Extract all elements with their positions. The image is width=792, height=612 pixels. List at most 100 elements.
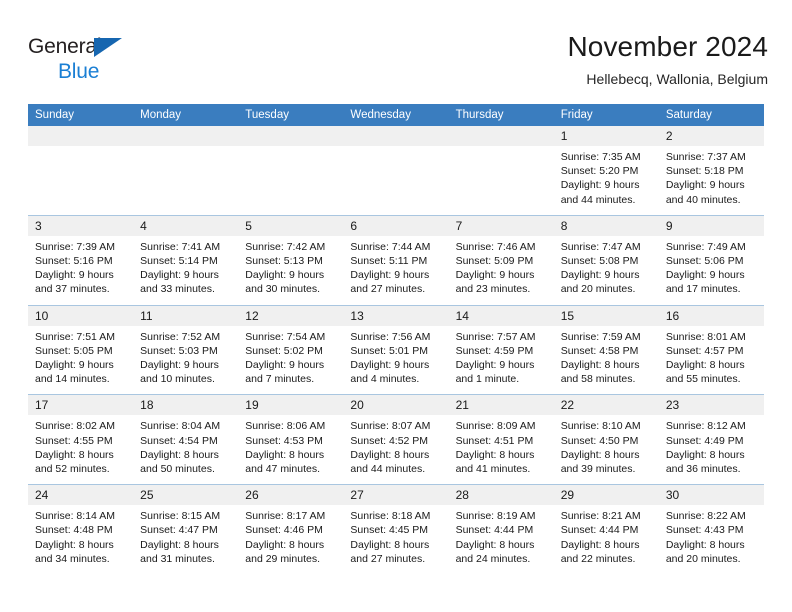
daylight-text-line2: and 36 minutes.	[665, 463, 741, 476]
calendar-day-cell[interactable]: 19 Sunrise: 8:06 AM Sunset: 4:53 PM Dayligh…	[238, 394, 344, 485]
day-details: Sunrise: 8:04 AM Sunset: 4:54 PM Daylight:…	[133, 415, 238, 484]
daylight-text-line1: Daylight: 8 hours	[35, 448, 114, 461]
sunrise-text: Sunrise: 7:56 AM	[350, 330, 431, 343]
day-number	[238, 126, 344, 146]
calendar-week-row: 17 Sunrise: 8:02 AM Sunset: 4:55 PM Dayligh…	[28, 394, 764, 485]
calendar-day-cell[interactable]: 13 Sunrise: 7:56 AM Sunset: 5:01 PM Dayligh…	[343, 304, 449, 395]
sunrise-text: Sunrise: 8:22 AM	[665, 510, 746, 523]
sunset-text: Sunset: 5:16 PM	[35, 255, 113, 268]
calendar-empty-cell	[448, 126, 554, 215]
day-number: 17	[28, 395, 134, 416]
day-details: Sunrise: 8:21 AM Sunset: 4:44 PM Daylight:…	[554, 505, 659, 574]
calendar-day-cell[interactable]: 2 Sunrise: 7:37 AM Sunset: 5:18 PM Daylight…	[658, 126, 764, 215]
daylight-text-line2: and 1 minute.	[455, 373, 520, 386]
sunset-text: Sunset: 5:14 PM	[140, 255, 218, 268]
sunset-text: Sunset: 5:20 PM	[560, 165, 639, 178]
day-number: 16	[658, 305, 764, 326]
sunrise-text: Sunrise: 7:39 AM	[35, 240, 115, 253]
sunset-text: Sunset: 4:51 PM	[455, 434, 534, 447]
generalblue-logo[interactable]: General Blue	[28, 36, 188, 88]
daylight-text-line2: and 10 minutes.	[140, 373, 215, 386]
daylight-text-line2: and 41 minutes.	[455, 463, 531, 476]
sunset-text: Sunset: 4:50 PM	[560, 434, 639, 447]
daylight-text-line1: Daylight: 9 hours	[140, 359, 219, 372]
calendar-week-row: 3 Sunrise: 7:39 AM Sunset: 5:16 PM Daylight…	[28, 214, 764, 306]
calendar-day-cell[interactable]: 6 Sunrise: 7:44 AM Sunset: 5:11 PM Daylight…	[343, 214, 449, 306]
daylight-text-line1: Daylight: 8 hours	[665, 538, 745, 551]
daylight-text-line1: Daylight: 9 hours	[665, 269, 745, 282]
calendar-day-cell[interactable]: 29 Sunrise: 8:21 AM Sunset: 4:44 PM Dayligh…	[553, 484, 659, 575]
day-number	[448, 126, 554, 146]
calendar-day-cell[interactable]: 9 Sunrise: 7:49 AM Sunset: 5:06 PM Daylight…	[658, 214, 764, 306]
sunrise-text: Sunrise: 7:54 AM	[245, 330, 326, 343]
calendar-week-row: 10 Sunrise: 7:51 AM Sunset: 5:05 PM Dayligh…	[28, 304, 764, 395]
day-number: 6	[343, 215, 449, 236]
sunrise-text: Sunrise: 7:46 AM	[455, 240, 536, 253]
calendar-day-cell[interactable]: 20 Sunrise: 8:07 AM Sunset: 4:52 PM Dayligh…	[343, 394, 449, 485]
sunrise-text: Sunrise: 7:41 AM	[140, 240, 221, 253]
calendar-body: 1 Sunrise: 7:35 AM Sunset: 5:20 PM Daylight…	[28, 126, 764, 575]
calendar-day-cell[interactable]: 28 Sunrise: 8:19 AM Sunset: 4:44 PM Dayligh…	[448, 484, 554, 575]
daylight-text-line2: and 24 minutes.	[455, 552, 531, 565]
day-number: 20	[343, 395, 449, 416]
daylight-text-line1: Daylight: 9 hours	[350, 269, 430, 282]
daylight-text-line2: and 44 minutes.	[560, 193, 636, 206]
sunrise-text: Sunrise: 8:17 AM	[245, 510, 326, 523]
day-number: 14	[448, 305, 554, 326]
day-details: Sunrise: 7:52 AM Sunset: 5:03 PM Daylight:…	[133, 326, 238, 395]
weekday-header-sunday: Sunday	[28, 104, 134, 126]
calendar-day-cell[interactable]: 21 Sunrise: 8:09 AM Sunset: 4:51 PM Dayligh…	[448, 394, 554, 485]
calendar-day-cell[interactable]: 3 Sunrise: 7:39 AM Sunset: 5:16 PM Daylight…	[28, 214, 134, 306]
day-number	[133, 126, 239, 146]
day-details: Sunrise: 7:39 AM Sunset: 5:16 PM Daylight:…	[28, 236, 133, 305]
calendar-day-cell[interactable]: 7 Sunrise: 7:46 AM Sunset: 5:09 PM Daylight…	[448, 214, 554, 306]
calendar-day-cell[interactable]: 16 Sunrise: 8:01 AM Sunset: 4:57 PM Dayligh…	[658, 304, 764, 395]
calendar-day-cell[interactable]: 14 Sunrise: 7:57 AM Sunset: 4:59 PM Dayligh…	[448, 304, 554, 395]
page-title: November 2024	[567, 31, 768, 62]
day-details: Sunrise: 7:41 AM Sunset: 5:14 PM Daylight:…	[133, 236, 238, 305]
daylight-text-line2: and 50 minutes.	[140, 463, 215, 476]
day-details: Sunrise: 7:56 AM Sunset: 5:01 PM Daylight:…	[343, 326, 448, 395]
daylight-text-line1: Daylight: 8 hours	[455, 448, 535, 461]
sunrise-text: Sunrise: 7:57 AM	[455, 330, 536, 343]
day-number: 2	[658, 126, 764, 146]
daylight-text-line2: and 47 minutes.	[245, 463, 320, 476]
daylight-text-line2: and 55 minutes.	[665, 373, 741, 386]
day-details: Sunrise: 8:09 AM Sunset: 4:51 PM Daylight:…	[449, 415, 554, 484]
calendar-day-cell[interactable]: 25 Sunrise: 8:15 AM Sunset: 4:47 PM Dayligh…	[133, 484, 239, 575]
calendar-day-cell[interactable]: 22 Sunrise: 8:10 AM Sunset: 4:50 PM Dayligh…	[553, 394, 659, 485]
day-details: Sunrise: 8:06 AM Sunset: 4:53 PM Daylight:…	[238, 415, 343, 484]
sunset-text: Sunset: 5:13 PM	[245, 255, 323, 268]
daylight-text-line1: Daylight: 9 hours	[455, 269, 535, 282]
day-number: 22	[553, 395, 659, 416]
day-details: Sunrise: 8:15 AM Sunset: 4:47 PM Daylight:…	[133, 505, 238, 574]
sunrise-text: Sunrise: 7:42 AM	[245, 240, 326, 253]
calendar-day-cell[interactable]: 15 Sunrise: 7:59 AM Sunset: 4:58 PM Dayligh…	[553, 304, 659, 395]
calendar-day-cell[interactable]: 5 Sunrise: 7:42 AM Sunset: 5:13 PM Daylight…	[238, 214, 344, 306]
calendar-day-cell[interactable]: 17 Sunrise: 8:02 AM Sunset: 4:55 PM Dayligh…	[28, 394, 134, 485]
calendar-day-cell[interactable]: 11 Sunrise: 7:52 AM Sunset: 5:03 PM Dayligh…	[133, 304, 239, 395]
calendar-day-cell[interactable]: 8 Sunrise: 7:47 AM Sunset: 5:08 PM Daylight…	[553, 214, 659, 306]
calendar-day-cell[interactable]: 27 Sunrise: 8:18 AM Sunset: 4:45 PM Dayligh…	[343, 484, 449, 575]
weekday-header-monday: Monday	[133, 104, 239, 126]
calendar-day-cell[interactable]: 4 Sunrise: 7:41 AM Sunset: 5:14 PM Daylight…	[133, 214, 239, 306]
sunset-text: Sunset: 4:43 PM	[665, 524, 744, 537]
triangle-icon	[94, 38, 122, 57]
calendar-day-cell[interactable]: 10 Sunrise: 7:51 AM Sunset: 5:05 PM Dayligh…	[28, 304, 134, 395]
day-details: Sunrise: 7:42 AM Sunset: 5:13 PM Daylight:…	[238, 236, 343, 305]
calendar-day-cell[interactable]: 12 Sunrise: 7:54 AM Sunset: 5:02 PM Dayligh…	[238, 304, 344, 395]
daylight-text-line2: and 14 minutes.	[35, 373, 110, 386]
daylight-text-line2: and 23 minutes.	[455, 283, 531, 296]
calendar-day-cell[interactable]: 26 Sunrise: 8:17 AM Sunset: 4:46 PM Dayligh…	[238, 484, 344, 575]
calendar-day-cell[interactable]: 24 Sunrise: 8:14 AM Sunset: 4:48 PM Dayligh…	[28, 484, 134, 575]
daylight-text-line2: and 22 minutes.	[560, 552, 636, 565]
day-number: 23	[658, 395, 764, 416]
day-details	[343, 146, 448, 214]
day-number: 10	[28, 305, 134, 326]
calendar-day-cell[interactable]: 18 Sunrise: 8:04 AM Sunset: 4:54 PM Dayligh…	[133, 394, 239, 485]
calendar-day-cell[interactable]: 1 Sunrise: 7:35 AM Sunset: 5:20 PM Daylight…	[553, 126, 659, 215]
calendar-day-cell[interactable]: 30 Sunrise: 8:22 AM Sunset: 4:43 PM Dayligh…	[658, 484, 764, 575]
sunset-text: Sunset: 4:59 PM	[455, 344, 534, 357]
calendar-day-cell[interactable]: 23 Sunrise: 8:12 AM Sunset: 4:49 PM Dayligh…	[658, 394, 764, 485]
page-subtitle: Hellebecq, Wallonia, Belgium	[586, 71, 768, 87]
